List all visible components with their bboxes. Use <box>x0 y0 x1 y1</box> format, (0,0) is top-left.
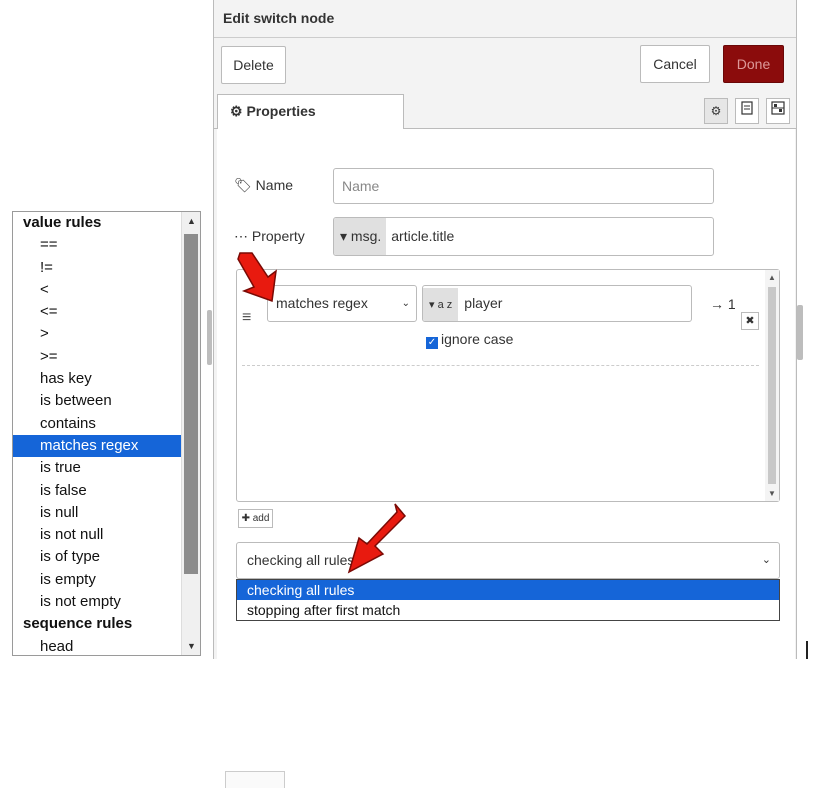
rule-type-dropdown-list[interactable]: value rules == != < <= > >= has key is between co… <box>12 211 201 656</box>
rule-option[interactable]: has key <box>13 368 181 390</box>
rule-option[interactable]: is true <box>13 457 181 479</box>
appearance-icon <box>771 101 785 115</box>
tag-icon: 🏷︎ <box>234 177 252 193</box>
delete-button[interactable]: Delete <box>221 46 286 84</box>
rules-container: ≡ matches regex ⌄ ▾ a z player → 1 ✖ ✓ ig… <box>236 269 780 502</box>
edit-switch-node-tray: Edit switch node Delete Cancel Done ⚙ Pr… <box>213 0 797 788</box>
tab-properties[interactable]: ⚙ Properties <box>217 94 404 129</box>
rule-option[interactable]: is not empty <box>13 591 181 613</box>
chevron-down-icon: ⌄ <box>401 298 410 309</box>
rule-option[interactable]: > <box>13 323 181 345</box>
rules-scroll-thumb[interactable] <box>768 287 776 484</box>
checking-mode-options: checking all rules stopping after first … <box>236 579 780 621</box>
tab-settings-gear-icon[interactable]: ⚙ <box>704 98 728 124</box>
rule-option[interactable]: is between <box>13 390 181 412</box>
rule-option[interactable]: matches regex <box>13 434 181 458</box>
property-value: article.title <box>391 228 455 244</box>
tab-properties-label: Properties <box>246 103 316 119</box>
rule-option[interactable]: is null <box>13 502 181 524</box>
rule-option[interactable]: < <box>13 279 181 301</box>
cancel-button[interactable]: Cancel <box>640 45 710 83</box>
document-icon <box>741 101 753 115</box>
checking-mode-select[interactable]: checking all rules ⌄ <box>236 542 780 579</box>
bottom-tab[interactable] <box>225 771 285 788</box>
tray-scroll-grip[interactable] <box>797 305 803 360</box>
tab-appearance-icon[interactable] <box>766 98 790 124</box>
name-label-text: Name <box>255 177 294 193</box>
scroll-down-arrow-icon[interactable]: ▼ <box>765 489 779 498</box>
drag-handle-icon[interactable]: ≡ <box>242 309 251 327</box>
property-label-text: Property <box>251 228 305 244</box>
checking-option-first-match[interactable]: stopping after first match <box>237 600 779 620</box>
rule-option[interactable]: is not null <box>13 524 181 546</box>
ignore-case-checkbox[interactable]: ✓ ignore case <box>426 331 513 349</box>
value-type-selector[interactable]: ▾ a z <box>423 288 459 321</box>
rule-option[interactable]: contains <box>13 413 181 435</box>
property-field[interactable]: ▾ msg. article.title <box>333 217 714 256</box>
gear-icon: ⚙ <box>230 103 243 119</box>
rule-list-scroll-thumb[interactable] <box>184 234 198 574</box>
rule-option[interactable]: <= <box>13 301 181 323</box>
right-edge-divider <box>806 641 808 659</box>
checkbox-checked-icon[interactable]: ✓ <box>426 337 438 349</box>
rule-option[interactable]: == <box>13 234 181 256</box>
red-arrow-annotation-icon <box>347 503 407 574</box>
rule-output-label: → 1 <box>710 296 736 312</box>
scroll-up-arrow-icon[interactable]: ▲ <box>182 212 200 230</box>
ellipsis-icon: ⋯ <box>234 228 248 244</box>
rule-option[interactable]: >= <box>13 346 181 368</box>
property-type-selector[interactable]: ▾ msg. <box>334 218 387 255</box>
header-divider <box>214 37 796 38</box>
rule-operator-select[interactable]: matches regex ⌄ <box>267 285 417 322</box>
done-button[interactable]: Done <box>723 45 784 83</box>
property-type-label: msg. <box>350 228 382 244</box>
scroll-up-arrow-icon[interactable]: ▲ <box>765 273 779 282</box>
rules-scrollbar[interactable]: ▲ ▼ <box>765 270 779 501</box>
plus-icon: ✚ <box>241 513 250 524</box>
rule-group-header: sequence rules <box>23 615 133 633</box>
rule-type-options: value rules == != < <= > >= has key is between co… <box>13 212 181 655</box>
add-rule-label: add <box>252 513 270 524</box>
add-rule-button[interactable]: ✚ add <box>238 509 273 528</box>
rule-option[interactable]: is empty <box>13 569 181 591</box>
string-type-icon: a z <box>437 299 453 311</box>
checking-mode-value: checking all rules <box>247 552 355 568</box>
tray-resize-handle[interactable] <box>207 310 212 365</box>
rule-option[interactable]: is of type <box>13 546 181 568</box>
rule-option[interactable]: is false <box>13 480 181 502</box>
rule-option[interactable]: != <box>13 257 181 279</box>
property-label: ⋯ Property <box>234 228 305 245</box>
rule-value-field[interactable]: ▾ a z player <box>422 285 692 322</box>
scroll-down-arrow-icon[interactable]: ▼ <box>182 637 200 655</box>
name-input[interactable]: Name <box>333 168 714 204</box>
remove-rule-button[interactable]: ✖ <box>741 312 759 330</box>
tray-title: Edit switch node <box>223 10 335 26</box>
properties-form: 🏷︎ Name Name ⋯ Property ▾ msg. article.t… <box>217 129 795 788</box>
tab-description-icon[interactable] <box>735 98 759 124</box>
name-label: 🏷︎ Name <box>234 177 293 194</box>
rule-option[interactable]: head <box>13 636 181 655</box>
rule-list-scrollbar[interactable]: ▲ ▼ <box>181 212 200 655</box>
caret-down-icon: ▾ <box>340 228 348 244</box>
rule-group-header: value rules <box>23 214 102 231</box>
rules-divider <box>242 365 759 366</box>
caret-down-icon: ▾ <box>429 299 435 311</box>
ignore-case-label: ignore case <box>441 331 514 347</box>
chevron-down-icon: ⌄ <box>761 554 771 566</box>
red-arrow-annotation-icon <box>237 252 277 303</box>
rule-value: player <box>464 295 503 311</box>
checking-option-all[interactable]: checking all rules <box>237 580 779 600</box>
rule-operator-value: matches regex <box>276 295 368 311</box>
